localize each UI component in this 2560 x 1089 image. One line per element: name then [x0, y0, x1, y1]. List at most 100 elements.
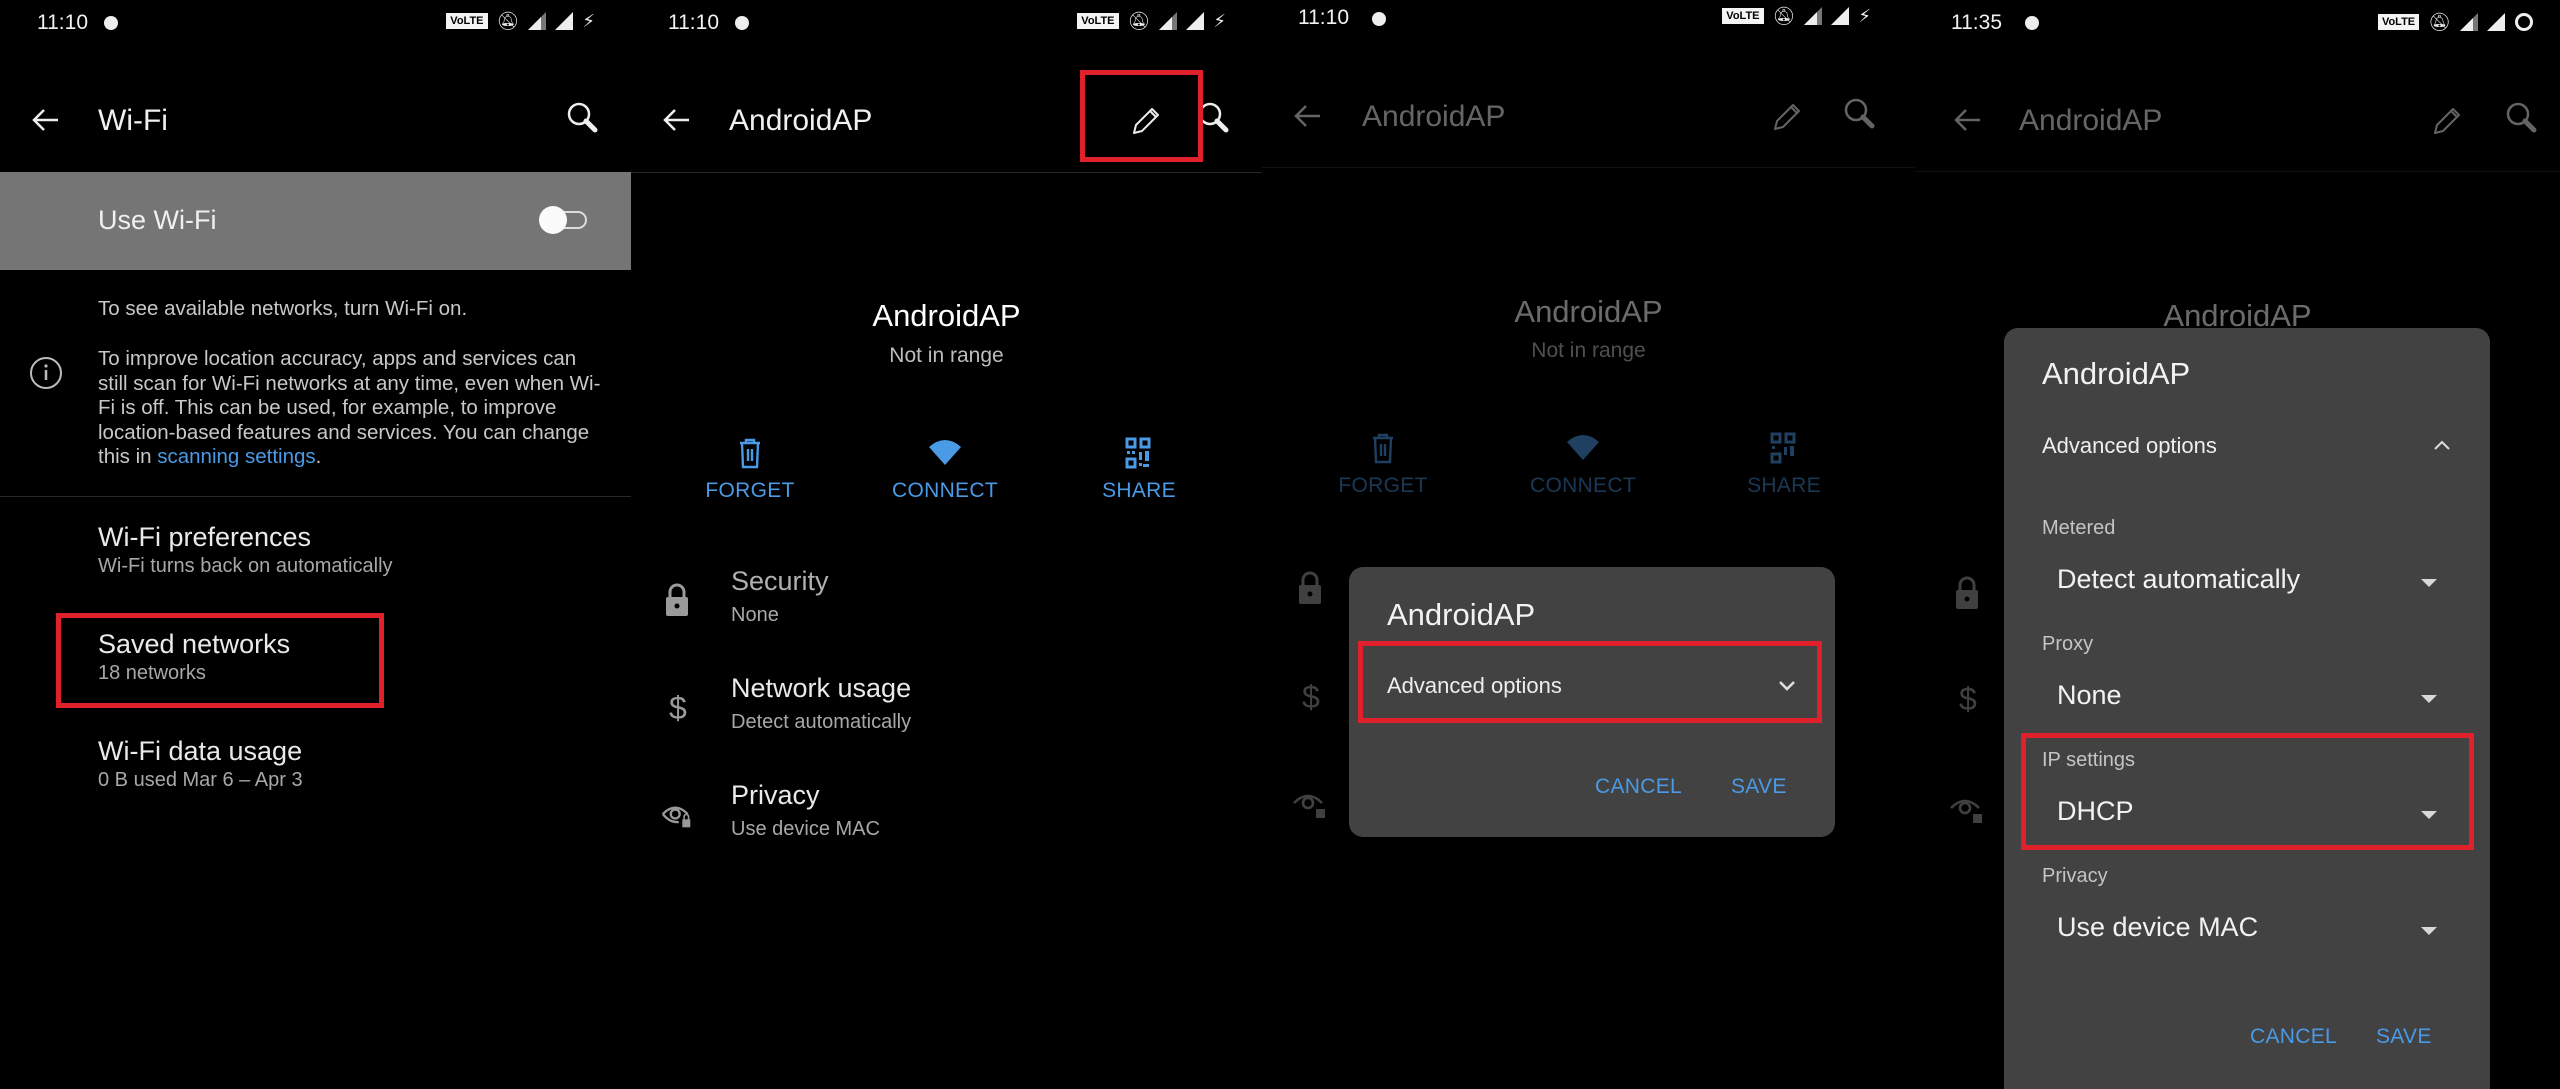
network-name: AndroidAP: [872, 298, 1021, 333]
pencil-icon: [1774, 104, 1800, 130]
lock-icon: [666, 583, 688, 616]
svg-text:$: $: [1959, 681, 1977, 716]
page-title: Wi-Fi: [98, 104, 168, 137]
volte-icon: VoLTE: [1077, 13, 1119, 29]
eye-lock-icon: [1950, 799, 1982, 823]
divider: [631, 172, 1262, 173]
cancel-button[interactable]: CANCEL: [2250, 1025, 2337, 1049]
app-bar: AndroidAP: [1262, 66, 1915, 166]
ip-settings-label: IP settings: [2042, 749, 2136, 771]
edit-network-screen-expanded: 11:35 VoLTE 🔕︎ AndroidAP AndroidAP $ And…: [1915, 0, 2560, 1089]
metered-select[interactable]: Detect automatically: [2057, 564, 2300, 595]
scanning-settings-link[interactable]: scanning settings: [157, 445, 315, 468]
app-bar: Wi-Fi: [0, 70, 631, 170]
wifi-data-usage-item[interactable]: Wi-Fi data usage 0 B used Mar 6 – Apr 3: [98, 735, 303, 793]
status-bar: 11:10 VoLTE 🔕︎ ⚡︎: [0, 0, 631, 50]
proxy-select[interactable]: None: [2057, 680, 2122, 711]
share-button[interactable]: SHARE: [1064, 435, 1214, 503]
pencil-icon: [2434, 108, 2460, 134]
page-title: AndroidAP: [1362, 100, 1506, 133]
item-subtitle: Wi-Fi turns back on automatically: [98, 555, 393, 577]
status-bar: 11:10 VoLTE 🔕︎ ⚡︎: [1262, 0, 1915, 50]
cancel-button[interactable]: CANCEL: [1595, 775, 1682, 799]
dollar-icon: $: [1959, 681, 1977, 716]
scan-info-text: To improve location accuracy, apps and s…: [98, 347, 608, 470]
action-label: SHARE: [1747, 474, 1821, 497]
search-icon[interactable]: [1194, 99, 1234, 139]
status-time: 11:10: [37, 11, 88, 34]
signal-icon: [1831, 7, 1850, 25]
network-usage-row[interactable]: $ Network usage Detect automatically: [631, 673, 1262, 753]
dialog-title: AndroidAP: [2042, 356, 2191, 391]
edit-network-dialog: AndroidAP Advanced options Metered Detec…: [2004, 328, 2490, 1089]
saved-networks-item[interactable]: Saved networks 18 networks: [98, 628, 290, 686]
use-wifi-label: Use Wi-Fi: [98, 205, 217, 235]
battery-ring-icon: [2515, 13, 2533, 31]
jio-icon: [2025, 16, 2039, 30]
item-subtitle: 0 B used Mar 6 – Apr 3: [98, 769, 303, 791]
signal-4g-icon: [2460, 13, 2478, 31]
item-title: Wi-Fi data usage: [98, 736, 303, 766]
search-icon: [1844, 98, 1875, 129]
page-title: AndroidAP: [2019, 104, 2163, 137]
wifi-icon: [929, 440, 961, 465]
security-row[interactable]: Security None: [631, 566, 1262, 646]
svg-text:$: $: [669, 690, 687, 725]
signal-4g-icon: [528, 12, 547, 30]
signal-icon: [2487, 13, 2505, 31]
signal-icon: [555, 12, 574, 30]
volte-icon: VoLTE: [1722, 8, 1764, 24]
scan-info-suffix: .: [315, 445, 322, 468]
trash-icon: [740, 438, 760, 469]
use-wifi-row[interactable]: Use Wi-Fi: [0, 172, 631, 270]
metered-label: Metered: [2042, 517, 2116, 539]
jio-icon: [1372, 12, 1386, 26]
eye-lock-icon: [661, 806, 691, 828]
svg-text:$: $: [1302, 679, 1320, 714]
row-title: Network usage: [731, 673, 912, 703]
trash-icon: [1373, 433, 1393, 464]
forget-button[interactable]: FORGET: [675, 435, 825, 503]
action-label: CONNECT: [892, 479, 998, 502]
pencil-icon[interactable]: [1124, 99, 1164, 139]
use-wifi-toggle[interactable]: [539, 205, 589, 235]
save-button[interactable]: SAVE: [1731, 775, 1787, 799]
eye-lock-icon: [1293, 794, 1325, 818]
row-value: None: [731, 604, 779, 626]
network-status: Not in range: [1531, 339, 1646, 362]
arrow-back-icon[interactable]: [26, 100, 66, 140]
advanced-options-toggle[interactable]: Advanced options: [2042, 425, 2454, 465]
arrow-back-icon: [1294, 105, 1320, 127]
privacy-select[interactable]: Use device MAC: [2057, 912, 2258, 943]
privacy-row[interactable]: Privacy Use device MAC: [631, 780, 1262, 860]
signal-4g-icon: [1804, 7, 1823, 25]
arrow-back-icon: [1954, 109, 1980, 131]
ip-settings-select[interactable]: DHCP: [2057, 796, 2134, 827]
search-icon[interactable]: [563, 99, 603, 139]
charging-icon: ⚡︎: [1858, 6, 1871, 26]
advanced-options-toggle[interactable]: Advanced options: [1387, 665, 1799, 705]
chevron-up-icon: [2434, 440, 2450, 450]
bell-off-icon: 🔕︎: [496, 11, 520, 31]
wifi-preferences-item[interactable]: Wi-Fi preferences Wi-Fi turns back on au…: [98, 521, 393, 579]
caret-down-icon: [2421, 579, 2437, 587]
bell-off-icon: 🔕︎: [2428, 12, 2451, 32]
save-button[interactable]: SAVE: [2376, 1025, 2432, 1049]
row-title: Privacy: [731, 780, 820, 810]
connect-button[interactable]: CONNECT: [870, 435, 1020, 503]
status-time: 11:35: [1951, 11, 2002, 34]
volte-icon: VoLTE: [446, 13, 488, 29]
caret-down-icon: [2421, 695, 2437, 703]
qr-code-icon: [1125, 437, 1151, 469]
bell-off-icon: 🔕︎: [1772, 6, 1796, 26]
toggle-knob: [539, 206, 567, 234]
jio-icon: [104, 16, 118, 30]
charging-icon: ⚡︎: [1213, 11, 1226, 31]
caret-down-icon: [2421, 811, 2437, 819]
arrow-back-icon[interactable]: [657, 100, 697, 140]
action-label: CONNECT: [1530, 474, 1636, 497]
advanced-options-label: Advanced options: [1387, 673, 1562, 698]
item-subtitle: 18 networks: [98, 662, 206, 684]
share-button: SHARE: [1709, 430, 1859, 498]
signal-icon: [1186, 12, 1205, 30]
